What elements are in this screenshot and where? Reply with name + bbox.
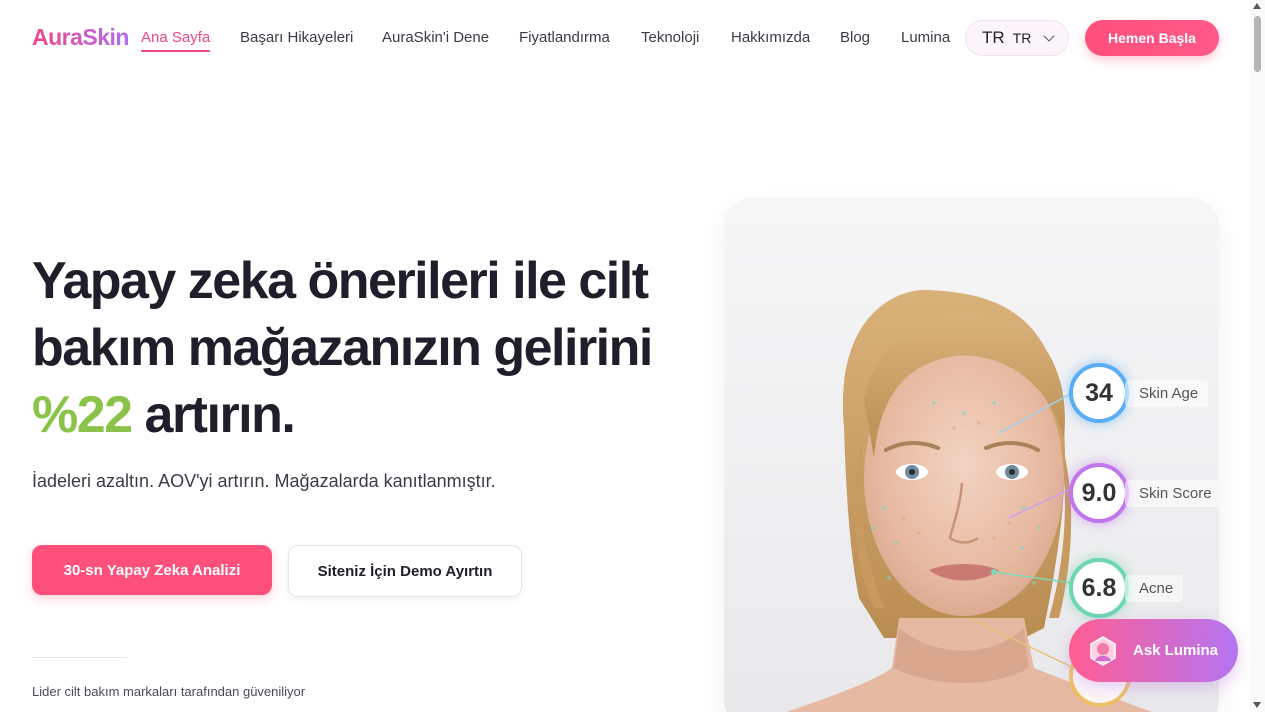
language-code: TR xyxy=(982,28,1005,47)
hero-title-part2: artırın. xyxy=(131,386,296,444)
get-started-button[interactable]: Hemen Başla xyxy=(1085,20,1219,56)
page-scrollbar[interactable] xyxy=(1250,0,1265,712)
lumina-avatar-icon xyxy=(1090,635,1116,666)
metric-skin-score: 9.0 Skin Score xyxy=(1069,463,1219,523)
nav-link-technology[interactable]: Teknoloji xyxy=(641,29,699,46)
ask-lumina-button[interactable]: Ask Lumina xyxy=(1069,619,1238,682)
brand-logo[interactable]: AuraSkin xyxy=(32,24,129,51)
nav-link-pricing[interactable]: Fiyatlandırma xyxy=(519,29,610,46)
language-selected-value: TR xyxy=(1012,30,1032,46)
language-selector[interactable]: TR TR xyxy=(965,20,1069,56)
skin-age-label: Skin Age xyxy=(1125,379,1209,407)
scroll-down-arrow-icon[interactable] xyxy=(1253,702,1261,708)
metric-skin-age: 34 Skin Age xyxy=(1069,363,1209,423)
hero-title-accent: %22 xyxy=(32,386,133,444)
trusted-by-text: Lider cilt bakım markaları tarafından gü… xyxy=(32,684,306,699)
acne-label: Acne xyxy=(1125,574,1184,602)
nav-link-try-auraskin[interactable]: AuraSkin'i Dene xyxy=(382,29,489,46)
skin-score-value: 9.0 xyxy=(1069,463,1129,523)
top-navigation: AuraSkin Ana Sayfa Başarı Hikayeleri Aur… xyxy=(0,0,1250,76)
scrollbar-thumb[interactable] xyxy=(1254,16,1261,72)
nav-link-about[interactable]: Hakkımızda xyxy=(731,29,810,46)
metric-acne: 6.8 Acne xyxy=(1069,558,1184,618)
scroll-up-arrow-icon[interactable] xyxy=(1253,3,1261,9)
ask-lumina-label: Ask Lumina xyxy=(1133,642,1219,659)
ai-analysis-button[interactable]: 30-sn Yapay Zeka Analizi xyxy=(32,545,272,595)
hero-subtitle: İadeleri azaltın. AOV'yi artırın. Mağaza… xyxy=(32,471,496,491)
acne-value: 6.8 xyxy=(1069,558,1129,618)
book-demo-button[interactable]: Siteniz İçin Demo Ayırtın xyxy=(288,545,522,597)
skin-score-label: Skin Score xyxy=(1125,479,1219,507)
hero-title-part1: Yapay zeka önerileri ile cilt bakım mağa… xyxy=(32,252,653,377)
nav-link-success-stories[interactable]: Başarı Hikayeleri xyxy=(240,29,353,46)
nav-link-lumina[interactable]: Lumina xyxy=(901,29,950,46)
divider xyxy=(32,657,127,658)
chevron-down-icon xyxy=(1043,30,1056,42)
nav-link-home[interactable]: Ana Sayfa xyxy=(141,29,211,52)
nav-link-blog[interactable]: Blog xyxy=(840,29,870,46)
skin-age-value: 34 xyxy=(1069,363,1129,423)
hero-title: Yapay zeka önerileri ile cilt bakım mağa… xyxy=(32,248,692,449)
